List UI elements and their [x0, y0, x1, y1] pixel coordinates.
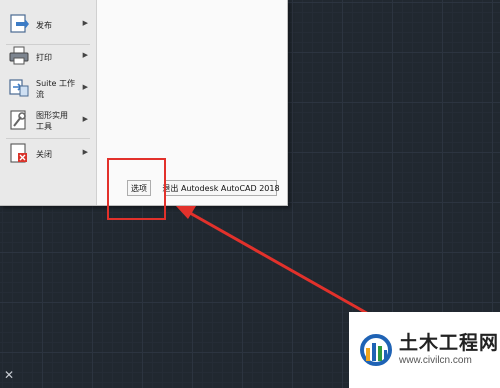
- site-watermark: 土木工程网 www.civilcn.com: [349, 312, 500, 388]
- site-logo-icon: [360, 334, 392, 366]
- watermark-url: www.civilcn.com: [399, 355, 472, 366]
- watermark-name: 土木工程网: [399, 332, 500, 354]
